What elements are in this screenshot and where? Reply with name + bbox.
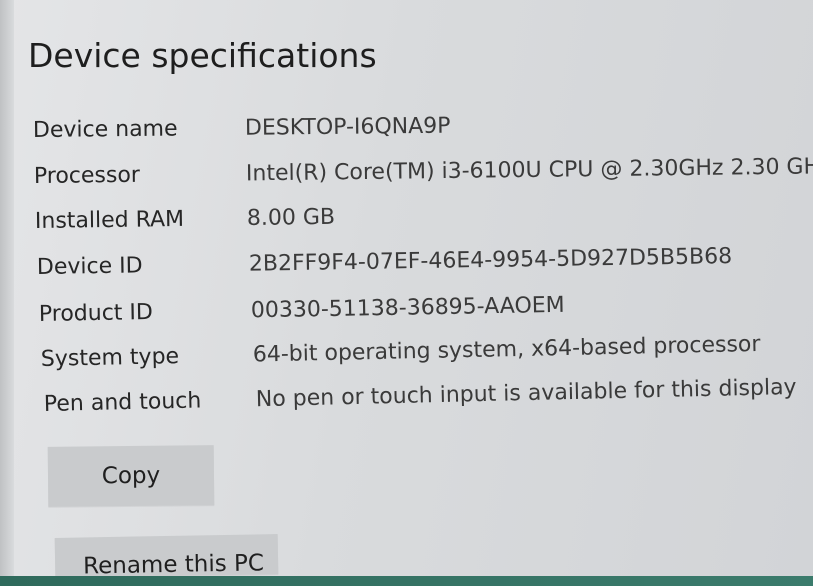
spec-row-product-id: Product ID 00330-51138-36895-AAOEM xyxy=(39,293,565,336)
spec-label: Product ID xyxy=(38,300,154,327)
spec-row-pen-and-touch: Pen and touch No pen or touch input is a… xyxy=(44,375,797,426)
spec-label: Processor xyxy=(33,162,141,189)
spec-value: Intel(R) Core(TM) i3-6100U CPU @ 2.30GHz… xyxy=(245,154,813,187)
spec-value: DESKTOP-I6QNA9P xyxy=(244,113,451,141)
spec-value: 2B2FF9F4-07EF-46E4-9954-5D927D5B5B68 xyxy=(248,244,733,277)
spec-row-device-id: Device ID 2B2FF9F4-07EF-46E4-9954-5D927D… xyxy=(37,244,733,289)
rename-pc-button[interactable]: Rename this PC xyxy=(54,534,279,578)
spec-value: 64-bit operating system, x64-based proce… xyxy=(252,331,761,368)
taskbar-edge xyxy=(0,576,813,586)
spec-label: Installed RAM xyxy=(34,206,185,234)
settings-window: Device specifications Device name DESKTO… xyxy=(0,0,813,586)
spec-label: Device name xyxy=(32,116,178,143)
spec-value: 8.00 GB xyxy=(246,204,336,232)
spec-row-system-type: System type 64-bit operating system, x64… xyxy=(41,332,761,381)
copy-button[interactable]: Copy xyxy=(47,445,215,507)
spec-value: No pen or touch input is available for t… xyxy=(255,374,797,413)
spec-value: 00330-51138-36895-AAOEM xyxy=(250,292,565,324)
spec-label: Pen and touch xyxy=(43,388,202,417)
spec-label: System type xyxy=(40,344,180,372)
spec-label: Device ID xyxy=(36,253,143,280)
